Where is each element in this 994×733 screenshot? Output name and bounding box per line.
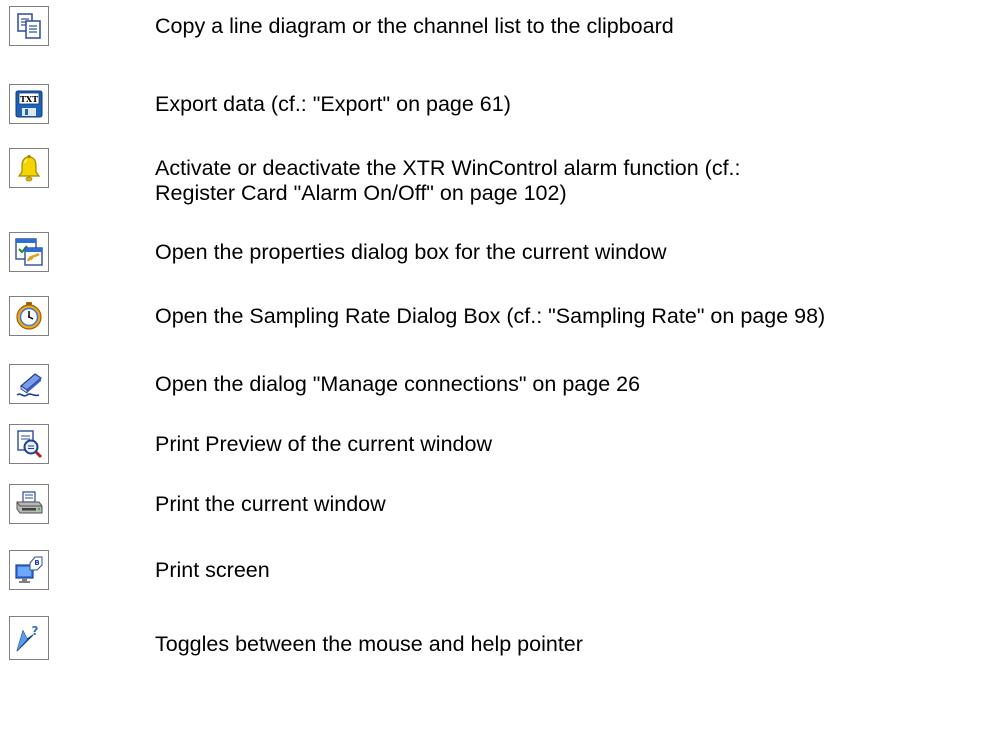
copy-icon bbox=[9, 6, 49, 46]
print-preview-icon bbox=[9, 424, 49, 464]
toolbar-item-description: Toggles between the mouse and help point… bbox=[155, 632, 583, 656]
svg-text:B: B bbox=[34, 559, 39, 567]
toolbar-item-description: Print the current window bbox=[155, 492, 386, 516]
svg-text:?: ? bbox=[32, 624, 39, 638]
connections-icon bbox=[9, 364, 49, 404]
toolbar-item-description: Open the properties dialog box for the c… bbox=[155, 240, 667, 264]
toolbar-item-description: Open the Sampling Rate Dialog Box (cf.: … bbox=[155, 304, 826, 328]
export-txt-icon: TXT bbox=[9, 84, 49, 124]
toolbar-item-description: Print Preview of the current window bbox=[155, 432, 492, 456]
alarm-bell-icon bbox=[9, 148, 49, 188]
print-screen-icon: B bbox=[9, 550, 49, 590]
help-pointer-icon: ? bbox=[9, 616, 49, 660]
properties-icon bbox=[9, 232, 49, 272]
toolbar-item-description: Activate or deactivate the XTR WinContro… bbox=[155, 156, 741, 205]
toolbar-item-description: Print screen bbox=[155, 558, 270, 582]
stopwatch-icon bbox=[9, 296, 49, 336]
toolbar-item-description: Export data (cf.: "Export" on page 61) bbox=[155, 92, 511, 116]
toolbar-item-description: Open the dialog "Manage connections" on … bbox=[155, 372, 641, 396]
toolbar-item-description: Copy a line diagram or the channel list … bbox=[155, 14, 674, 38]
svg-text:TXT: TXT bbox=[20, 94, 38, 104]
printer-icon bbox=[9, 484, 49, 524]
